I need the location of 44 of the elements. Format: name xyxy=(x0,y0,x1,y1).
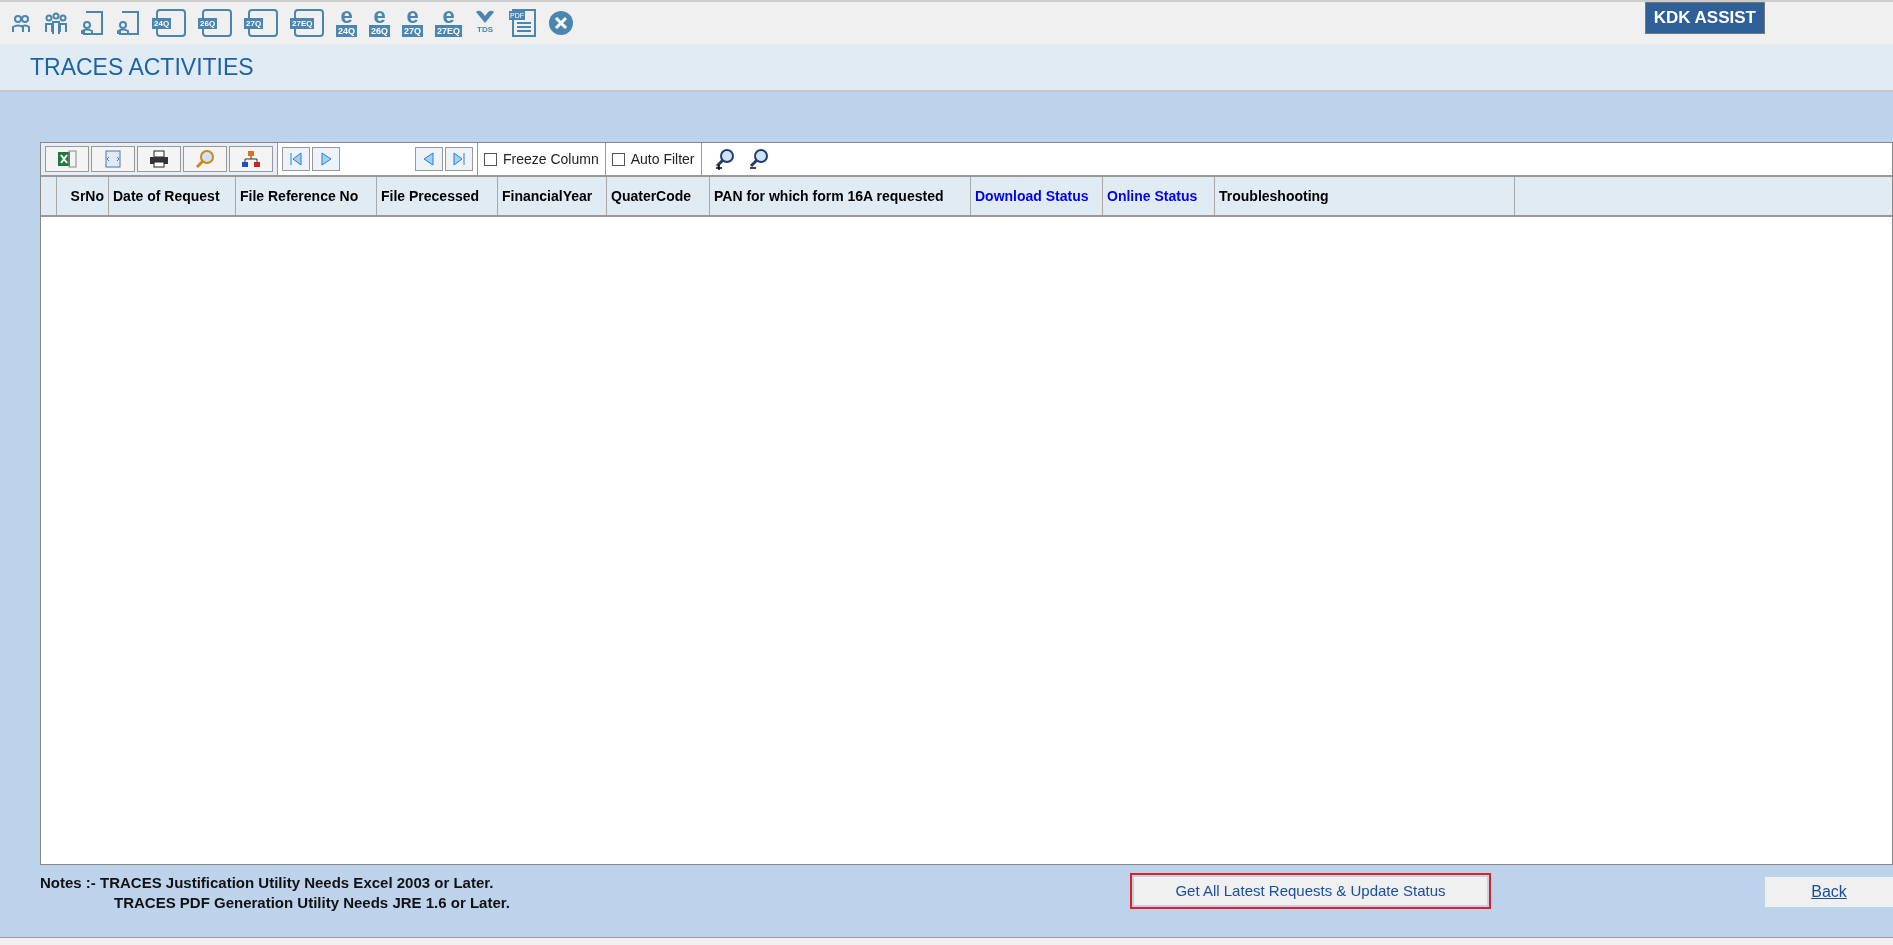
column-header[interactable]: File Precessed xyxy=(377,177,498,215)
hierarchy-button[interactable] xyxy=(229,146,273,172)
column-header[interactable]: Date of Request xyxy=(109,177,236,215)
last-page-icon xyxy=(451,151,467,167)
note-text: TRACES PDF Generation Utility Needs JRE 1.6 or Later. xyxy=(113,893,511,913)
next-page-button[interactable] xyxy=(312,147,340,171)
person-card-icon[interactable] xyxy=(116,10,140,36)
document-icon xyxy=(104,149,122,169)
checkbox[interactable] xyxy=(611,152,625,166)
column-header[interactable]: Download Status xyxy=(971,177,1103,215)
back-button[interactable]: Back xyxy=(1765,877,1893,907)
search-icon xyxy=(195,149,215,169)
column-header[interactable]: QuaterCode xyxy=(607,177,710,215)
close-icon[interactable] xyxy=(548,10,575,36)
column-header[interactable]: FinancialYear xyxy=(498,177,607,215)
column-header[interactable]: Troubleshooting xyxy=(1215,177,1515,215)
reverse-play-icon xyxy=(422,151,436,167)
zoom-out-icon[interactable] xyxy=(747,148,770,170)
last-page-button[interactable] xyxy=(445,147,473,171)
group-icon[interactable] xyxy=(44,10,68,36)
first-page-icon xyxy=(288,151,304,167)
print-button[interactable] xyxy=(137,146,181,172)
brand-badge: KDK ASSIST xyxy=(1644,2,1765,34)
person-card-icon[interactable] xyxy=(80,10,104,36)
toolbar-checkbox[interactable]: Freeze Column xyxy=(477,143,605,175)
spreadsheet-icon xyxy=(57,149,77,169)
printer-icon xyxy=(149,150,169,168)
column-header[interactable]: File Reference No xyxy=(236,177,377,215)
previous-page-button[interactable] xyxy=(415,147,443,171)
checkbox-label: Auto Filter xyxy=(630,149,695,169)
excel-export-button[interactable] xyxy=(45,146,89,172)
column-header[interactable]: PAN for which form 16A requested xyxy=(710,177,971,215)
play-icon xyxy=(319,151,333,167)
checkbox-label: Freeze Column xyxy=(503,149,599,169)
column-header[interactable]: SrNo xyxy=(57,177,109,215)
toolbar-checkbox[interactable]: Auto Filter xyxy=(604,143,701,175)
update-status-button[interactable]: Get All Latest Requests & Update Status xyxy=(1130,873,1491,909)
page-title: TRACES ACTIVITIES xyxy=(30,52,254,82)
hierarchy-icon xyxy=(241,150,261,168)
note-text: Notes :- TRACES Justification Utility Needs Excel 2003 or Later. xyxy=(40,873,495,893)
first-page-button[interactable] xyxy=(282,147,310,171)
column-header[interactable]: Online Status xyxy=(1103,177,1215,215)
checkbox[interactable] xyxy=(484,152,497,166)
zoom-in-icon[interactable] xyxy=(713,148,736,170)
